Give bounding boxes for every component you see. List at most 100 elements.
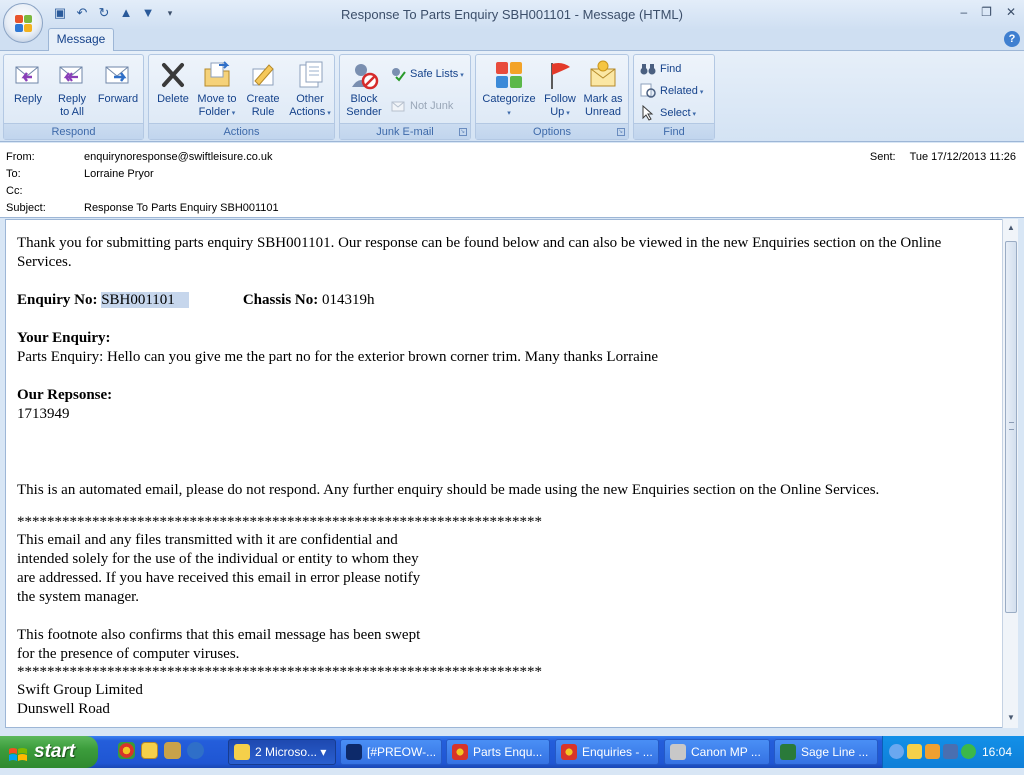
reply-icon — [12, 59, 44, 91]
task-microsoft-outlook[interactable]: 2 Microso... ▾ — [228, 739, 336, 765]
disclaimer-line-4: the system manager. — [17, 589, 140, 605]
disclaimer-line-1: This email and any files transmitted wit… — [17, 532, 398, 548]
junk-email-launcher-icon[interactable]: ↘ — [459, 128, 467, 136]
outlook-icon[interactable] — [141, 742, 158, 759]
restore-button[interactable]: ❐ — [981, 5, 992, 19]
task-canon-mp[interactable]: Canon MP ... — [664, 739, 770, 765]
chrome-task-icon-2 — [561, 744, 577, 760]
group-respond: Reply Reply to All Forward Respond — [3, 54, 144, 140]
group-options: Categorize ▾ Follow Up ▾ Mark as Unread … — [475, 54, 629, 140]
tray-app-icon[interactable] — [925, 744, 940, 759]
tab-message[interactable]: Message — [48, 28, 114, 51]
intro-text: Thank you for submitting parts enquiry S… — [17, 235, 942, 270]
minimize-button[interactable]: – — [960, 5, 967, 19]
folder-move-icon — [201, 59, 233, 91]
mark-as-unread-button[interactable]: Mark as Unread — [580, 59, 626, 119]
enquiry-no-label: Enquiry No: — [17, 292, 98, 308]
response-label: Our Repsonse: — [17, 387, 113, 403]
vertical-scrollbar[interactable]: ▲ ▼ — [1002, 219, 1018, 728]
footnote-line-2: for the presence of computer viruses. — [17, 646, 240, 662]
tray-mail-icon[interactable] — [907, 744, 922, 759]
other-actions-icon — [294, 59, 326, 91]
enquiry-no-value: SBH001101 — [101, 292, 189, 308]
address-line-1: Dunswell Road — [17, 701, 110, 717]
related-button[interactable]: Related ▾ — [640, 82, 703, 100]
other-actions-button[interactable]: Other Actions ▾ — [287, 59, 333, 120]
to-value[interactable]: Lorraine Pryor — [84, 166, 154, 182]
task-preow[interactable]: [#PREOW-... — [340, 739, 442, 765]
chassis-no-label: Chassis No: — [242, 292, 319, 308]
task-app-icon — [346, 744, 362, 760]
chrome-icon[interactable] — [118, 742, 135, 759]
block-sender-icon — [348, 59, 380, 91]
browser-icon[interactable] — [187, 742, 204, 759]
from-value[interactable]: enquirynoresponse@swiftleisure.co.uk — [84, 149, 272, 165]
quick-launch — [118, 742, 204, 759]
clock: 16:04 — [981, 745, 1012, 759]
message-header: From: enquirynoresponse@swiftleisure.co.… — [0, 143, 1024, 218]
sent-value: Tue 17/12/2013 11:26 — [909, 151, 1016, 163]
system-tray: 16:04 — [882, 736, 1024, 768]
title-bar: ▣ ↶ ↻ ▲ ▼ ▾ Response To Parts Enquiry SB… — [0, 0, 1024, 30]
related-icon — [640, 83, 656, 99]
tray-network-icon[interactable] — [943, 744, 958, 759]
reply-button[interactable]: Reply — [8, 59, 48, 106]
help-icon[interactable]: ? — [1004, 31, 1020, 47]
sage-task-icon — [780, 744, 796, 760]
enquiry-line: Enquiry No: SBH001101 Chassis No: 014319h — [17, 291, 977, 310]
find-button[interactable]: Find — [640, 60, 681, 78]
safe-lists-button[interactable]: Safe Lists ▾ — [390, 65, 464, 83]
not-junk-button[interactable]: Not Junk — [390, 97, 453, 115]
footnote-line-1: This footnote also confirms that this em… — [17, 627, 421, 643]
disclaimer-line-3: are addressed. If you have received this… — [17, 570, 421, 586]
task-enquiries[interactable]: Enquiries - ... — [555, 739, 659, 765]
windows-flag-icon — [8, 743, 28, 761]
move-to-folder-button[interactable]: Move to Folder ▾ — [193, 59, 241, 120]
tray-status-icon[interactable] — [961, 744, 976, 759]
group-label-respond: Respond — [4, 123, 143, 139]
automated-notice: This is an automated email, please do no… — [17, 482, 880, 498]
office-button[interactable] — [3, 3, 43, 43]
categorize-button[interactable]: Categorize ▾ — [480, 59, 538, 120]
your-enquiry-text: Parts Enquiry: Hello can you give me the… — [17, 349, 659, 365]
sent-row: Sent: Tue 17/12/2013 11:26 — [870, 149, 1016, 165]
chassis-no-value: 014319h — [322, 292, 375, 308]
group-label-actions: Actions — [149, 123, 334, 139]
categorize-icon — [493, 59, 525, 91]
options-launcher-icon[interactable]: ↘ — [617, 128, 625, 136]
block-sender-button[interactable]: Block Sender — [344, 59, 384, 119]
forward-icon — [102, 59, 134, 91]
to-label: To: — [6, 168, 21, 180]
group-junk-email: Block Sender Safe Lists ▾ Not Junk Junk … — [339, 54, 471, 140]
from-label: From: — [6, 151, 35, 163]
outlook-task-icon — [234, 744, 250, 760]
follow-up-button[interactable]: Follow Up ▾ — [540, 59, 580, 120]
binoculars-icon — [640, 61, 656, 77]
scroll-thumb[interactable] — [1005, 241, 1017, 613]
start-button[interactable]: start — [0, 736, 98, 768]
delete-button[interactable]: Delete — [153, 59, 193, 106]
ribbon-tab-row — [0, 30, 1024, 50]
close-button[interactable]: ✕ — [1006, 5, 1016, 19]
cursor-select-icon — [640, 104, 656, 121]
reply-all-button[interactable]: Reply to All — [52, 59, 92, 119]
group-label-options: Options — [476, 123, 628, 139]
subject-value: Response To Parts Enquiry SBH001101 — [84, 202, 279, 214]
task-parts-enquiry[interactable]: Parts Enqu... — [446, 739, 550, 765]
forward-button[interactable]: Forward — [96, 59, 140, 106]
subject-label: Subject: — [6, 202, 46, 214]
group-label-junk-email: Junk E-mail — [340, 123, 470, 139]
group-label-find: Find — [634, 123, 714, 139]
divider-stars-bottom: ****************************************… — [17, 664, 542, 680]
tray-expand-icon[interactable] — [889, 744, 904, 759]
app-icon[interactable] — [164, 742, 181, 759]
scroll-up-arrow-icon[interactable]: ▲ — [1005, 222, 1017, 234]
group-find: Find Related ▾ Select ▾ Find — [633, 54, 715, 140]
printer-task-icon — [670, 744, 686, 760]
task-sage-line[interactable]: Sage Line ... — [774, 739, 878, 765]
create-rule-button[interactable]: Create Rule — [241, 59, 285, 119]
select-button[interactable]: Select ▾ — [640, 104, 696, 122]
follow-up-flag-icon — [544, 59, 576, 91]
message-body[interactable]: Thank you for submitting parts enquiry S… — [5, 219, 1003, 728]
scroll-down-arrow-icon[interactable]: ▼ — [1005, 712, 1017, 724]
